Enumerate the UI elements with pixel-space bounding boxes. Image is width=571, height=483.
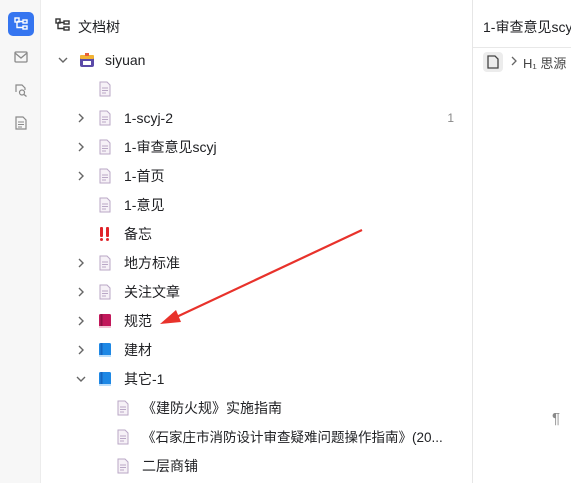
document-icon <box>15 116 27 130</box>
doc-icon <box>99 139 111 155</box>
notebook-label: siyuan <box>105 52 146 68</box>
left-dock <box>0 0 41 483</box>
doc-icon <box>117 429 129 445</box>
tree-title: 文档树 <box>78 19 120 35</box>
chevron-right-icon[interactable] <box>75 344 87 356</box>
tree-item[interactable]: 1-首页 <box>41 162 472 191</box>
search-button[interactable] <box>8 78 34 102</box>
tree-item-label: 备忘 <box>124 226 152 242</box>
file-tree-button[interactable] <box>8 12 34 36</box>
doc-icon <box>117 400 129 416</box>
chevron-right-icon[interactable] <box>75 257 87 269</box>
tree-item-label: 1-意见 <box>124 197 165 213</box>
tree-item-label: 关注文章 <box>124 284 180 300</box>
blue-book-icon <box>99 372 111 386</box>
tab-title: 1-审查意见scyj <box>483 19 571 35</box>
file-tree-icon <box>55 18 70 31</box>
chevron-down-icon[interactable] <box>57 54 69 66</box>
red-book-icon <box>99 314 111 328</box>
tree-item-label: 建材 <box>124 342 152 358</box>
tree-item[interactable] <box>41 75 472 104</box>
chevron-right-icon[interactable] <box>75 112 87 124</box>
blue-book-icon <box>99 343 111 357</box>
doc-icon <box>99 110 111 126</box>
tree-item-label: 1-scyj-2 <box>124 110 174 126</box>
editor-tab[interactable]: 1-审查意见scyj <box>473 0 571 48</box>
tree-header: 文档树 <box>41 0 472 50</box>
breadcrumb-doc-button[interactable] <box>483 52 503 72</box>
double-exclamation-icon <box>100 227 109 241</box>
inbox-button[interactable] <box>8 45 34 69</box>
tree-item[interactable]: 二层商铺 <box>41 452 472 481</box>
inbox-icon <box>14 51 28 63</box>
tree-item-label: 规范 <box>124 313 152 329</box>
tree-item-label: 其它-1 <box>124 371 165 387</box>
breadcrumb-heading[interactable]: H₁ 思源 <box>523 53 566 72</box>
chevron-right-icon[interactable] <box>75 170 87 182</box>
tree-item-label: 《石家庄市消防设计审查疑难问题操作指南》(20... <box>142 430 443 445</box>
doc-icon <box>99 81 111 97</box>
tree-item[interactable]: 备忘 <box>41 220 472 249</box>
doc-icon <box>117 458 129 474</box>
file-tree-icon <box>14 17 28 30</box>
chevron-right-icon <box>511 56 517 66</box>
tree-item[interactable]: 《石家庄市消防设计审查疑难问题操作指南》(20... <box>41 423 472 452</box>
doc-icon <box>99 255 111 271</box>
tree-item-label: 二层商铺 <box>142 458 198 474</box>
tree-item[interactable]: 建材 <box>41 336 472 365</box>
tree-item-label: 1-首页 <box>124 168 165 184</box>
tree-item[interactable]: 1-审查意见scyj <box>41 133 472 162</box>
file-tree-panel: 文档树 siyuan 1-scyj-2 1 1-审查意见scyj 1-首页 1-… <box>41 0 472 483</box>
tree-item-label: 《建防火规》实施指南 <box>142 400 282 416</box>
sub-doc-count: 1 <box>447 111 454 125</box>
doc-icon <box>99 197 111 213</box>
tree-item[interactable]: 其它-1 <box>41 365 472 394</box>
tree-item[interactable]: 1-意见 <box>41 191 472 220</box>
tree-item[interactable]: 1-scyj-2 1 <box>41 104 472 133</box>
tree-item-label: 1-审查意见scyj <box>124 139 217 155</box>
editor-pane: 1-审查意见scyj H₁ 思源 ¶ <box>472 0 571 483</box>
tree-item[interactable]: 《建防火规》实施指南 <box>41 394 472 423</box>
document-button[interactable] <box>8 111 34 135</box>
tree-item-label: 地方标准 <box>124 255 180 271</box>
chevron-right-icon[interactable] <box>75 315 87 327</box>
doc-icon <box>99 168 111 184</box>
chevron-down-icon[interactable] <box>75 373 87 385</box>
search-icon <box>15 84 27 97</box>
tree-item[interactable]: 地方标准 <box>41 249 472 278</box>
chevron-right-icon[interactable] <box>75 141 87 153</box>
doc-icon <box>99 284 111 300</box>
breadcrumb: H₁ 思源 <box>473 48 571 76</box>
chevron-right-icon[interactable] <box>75 286 87 298</box>
document-icon <box>487 55 499 69</box>
tree-item[interactable]: 规范 <box>41 307 472 336</box>
notebook-row[interactable]: siyuan <box>41 46 472 75</box>
tree-item[interactable]: 关注文章 <box>41 278 472 307</box>
paragraph-mark[interactable]: ¶ <box>552 410 560 427</box>
notebook-icon <box>80 53 94 67</box>
